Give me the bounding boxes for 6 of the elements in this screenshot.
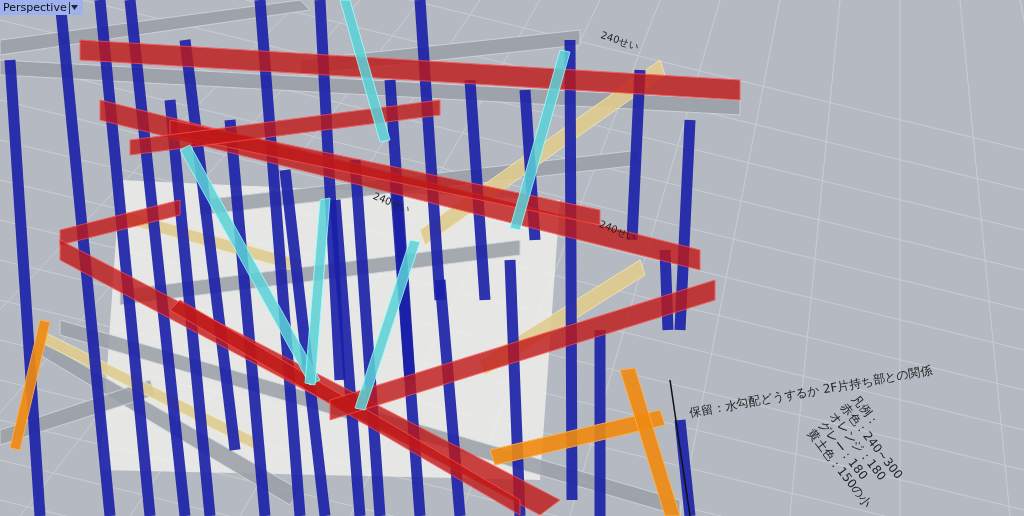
annotation-text: 240せい [370,189,413,217]
caret-icon[interactable] [68,1,80,14]
viewport-label: Perspective [3,1,67,14]
viewport-tab[interactable]: Perspective [0,0,83,15]
annotation-text: 240せい [598,28,641,54]
annotation-text: 240せい [596,217,639,245]
